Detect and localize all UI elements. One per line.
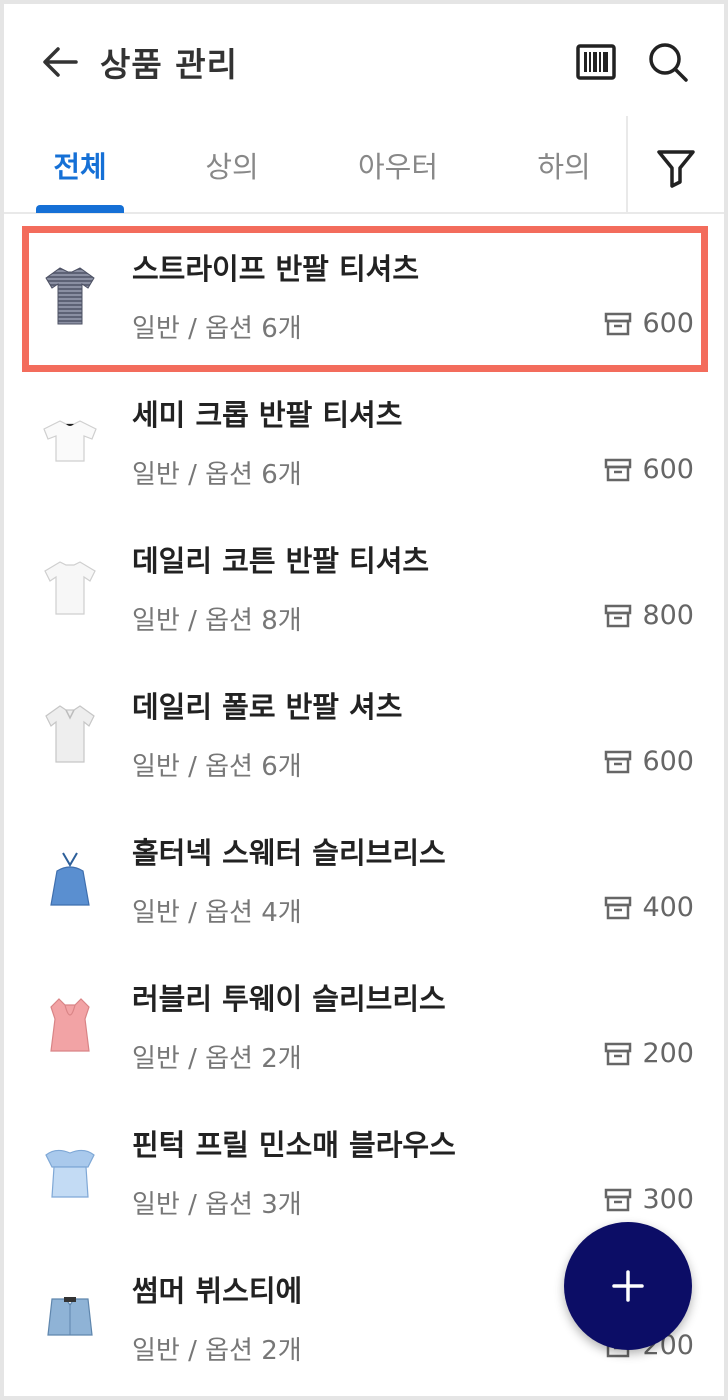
search-icon [649, 43, 688, 82]
stock-value: 800 [642, 600, 694, 631]
product-thumbnail [40, 986, 100, 1066]
product-name: 데일리 코튼 반팔 티셔츠 [132, 544, 430, 578]
product-name: 홀터넥 스웨터 슬리브리스 [132, 836, 446, 870]
tabs-divider [626, 116, 628, 212]
product-thumbnail [40, 1278, 100, 1358]
product-meta: 일반 / 옵션 2개 [132, 1044, 302, 1074]
stock-count: 600 [604, 454, 694, 485]
product-meta: 일반 / 옵션 4개 [132, 898, 302, 928]
inventory-box-icon [605, 604, 632, 627]
product-name: 썸머 뷔스티에 [132, 1274, 303, 1308]
stock-count: 300 [604, 1184, 694, 1215]
product-thumbnail [40, 402, 100, 482]
add-product-button[interactable] [564, 1222, 692, 1350]
category-tabs: 전체 상의 아우터 하의 [4, 116, 724, 214]
product-item[interactable]: 세미 크롭 반팔 티셔츠 일반 / 옵션 6개 600 [22, 372, 708, 518]
white-crop-tshirt-image [43, 420, 97, 462]
stock-value: 200 [642, 1038, 694, 1069]
stock-count: 600 [604, 308, 694, 339]
app-header: 상품 관리 [4, 4, 724, 116]
barcode-icon [576, 44, 616, 80]
stock-count: 800 [604, 600, 694, 631]
inventory-box-icon [605, 1188, 632, 1211]
filter-icon [657, 150, 695, 188]
search-button[interactable] [644, 38, 692, 86]
plus-icon [612, 1270, 644, 1302]
product-item[interactable]: 러블리 투웨이 슬리브리스 일반 / 옵션 2개 200 [22, 956, 708, 1102]
tab-all[interactable]: 전체 [28, 116, 132, 214]
filter-button[interactable] [644, 140, 708, 196]
striped-tshirt-image [45, 267, 95, 325]
tab-tops[interactable]: 상의 [184, 116, 280, 214]
product-meta: 일반 / 옵션 3개 [132, 1190, 302, 1220]
barcode-scan-button[interactable] [574, 40, 618, 84]
product-thumbnail [40, 840, 100, 920]
product-name: 데일리 폴로 반팔 셔츠 [132, 690, 403, 724]
product-thumbnail [40, 256, 100, 336]
arrow-left-icon [43, 47, 78, 77]
product-name: 러블리 투웨이 슬리브리스 [132, 982, 446, 1016]
white-polo-shirt-image [45, 705, 95, 763]
stock-value: 400 [642, 892, 694, 923]
product-thumbnail [40, 694, 100, 774]
page-title: 상품 관리 [100, 45, 238, 84]
product-meta: 일반 / 옵션 2개 [132, 1336, 302, 1366]
product-name: 세미 크롭 반팔 티셔츠 [132, 398, 403, 432]
inventory-box-icon [605, 1042, 632, 1065]
product-item[interactable]: 홀터넥 스웨터 슬리브리스 일반 / 옵션 4개 400 [22, 810, 708, 956]
product-name: 핀턱 프릴 민소매 블라우스 [132, 1128, 456, 1162]
tab-bottoms[interactable]: 하의 [520, 116, 608, 214]
product-meta: 일반 / 옵션 8개 [132, 606, 302, 636]
app-frame: 상품 관리 전체 상의 아우터 하의 스트라이프 반팔 티셔츠 일반 / 옵션 … [4, 4, 724, 1396]
product-meta: 일반 / 옵션 6개 [132, 314, 302, 344]
denim-bustier-image [47, 1297, 93, 1336]
product-meta: 일반 / 옵션 6개 [132, 752, 302, 782]
product-thumbnail [40, 548, 100, 628]
ruffle-blouse-image [45, 1149, 95, 1198]
stock-value: 600 [642, 454, 694, 485]
product-item[interactable]: 스트라이프 반팔 티셔츠 일반 / 옵션 6개 600 [22, 226, 708, 372]
stock-count: 400 [604, 892, 694, 923]
active-tab-indicator [36, 205, 124, 213]
product-meta: 일반 / 옵션 6개 [132, 460, 302, 490]
stock-value: 600 [642, 746, 694, 777]
product-name: 스트라이프 반팔 티셔츠 [132, 252, 419, 286]
stock-count: 600 [604, 746, 694, 777]
stock-value: 600 [642, 308, 694, 339]
white-cotton-tshirt-image [44, 561, 96, 615]
back-button[interactable] [40, 42, 80, 82]
inventory-box-icon [605, 750, 632, 773]
halterneck-sweater-image [50, 852, 90, 906]
product-item[interactable]: 데일리 폴로 반팔 셔츠 일반 / 옵션 6개 600 [22, 664, 708, 810]
product-thumbnail [40, 1132, 100, 1212]
inventory-box-icon [605, 458, 632, 481]
product-item[interactable]: 데일리 코튼 반팔 티셔츠 일반 / 옵션 8개 800 [22, 518, 708, 664]
inventory-box-icon [605, 312, 632, 335]
inventory-box-icon [605, 896, 632, 919]
stock-value: 300 [642, 1184, 694, 1215]
pink-sleeveless-image [50, 998, 90, 1052]
tab-outer[interactable]: 아우터 [340, 116, 456, 214]
stock-count: 200 [604, 1038, 694, 1069]
